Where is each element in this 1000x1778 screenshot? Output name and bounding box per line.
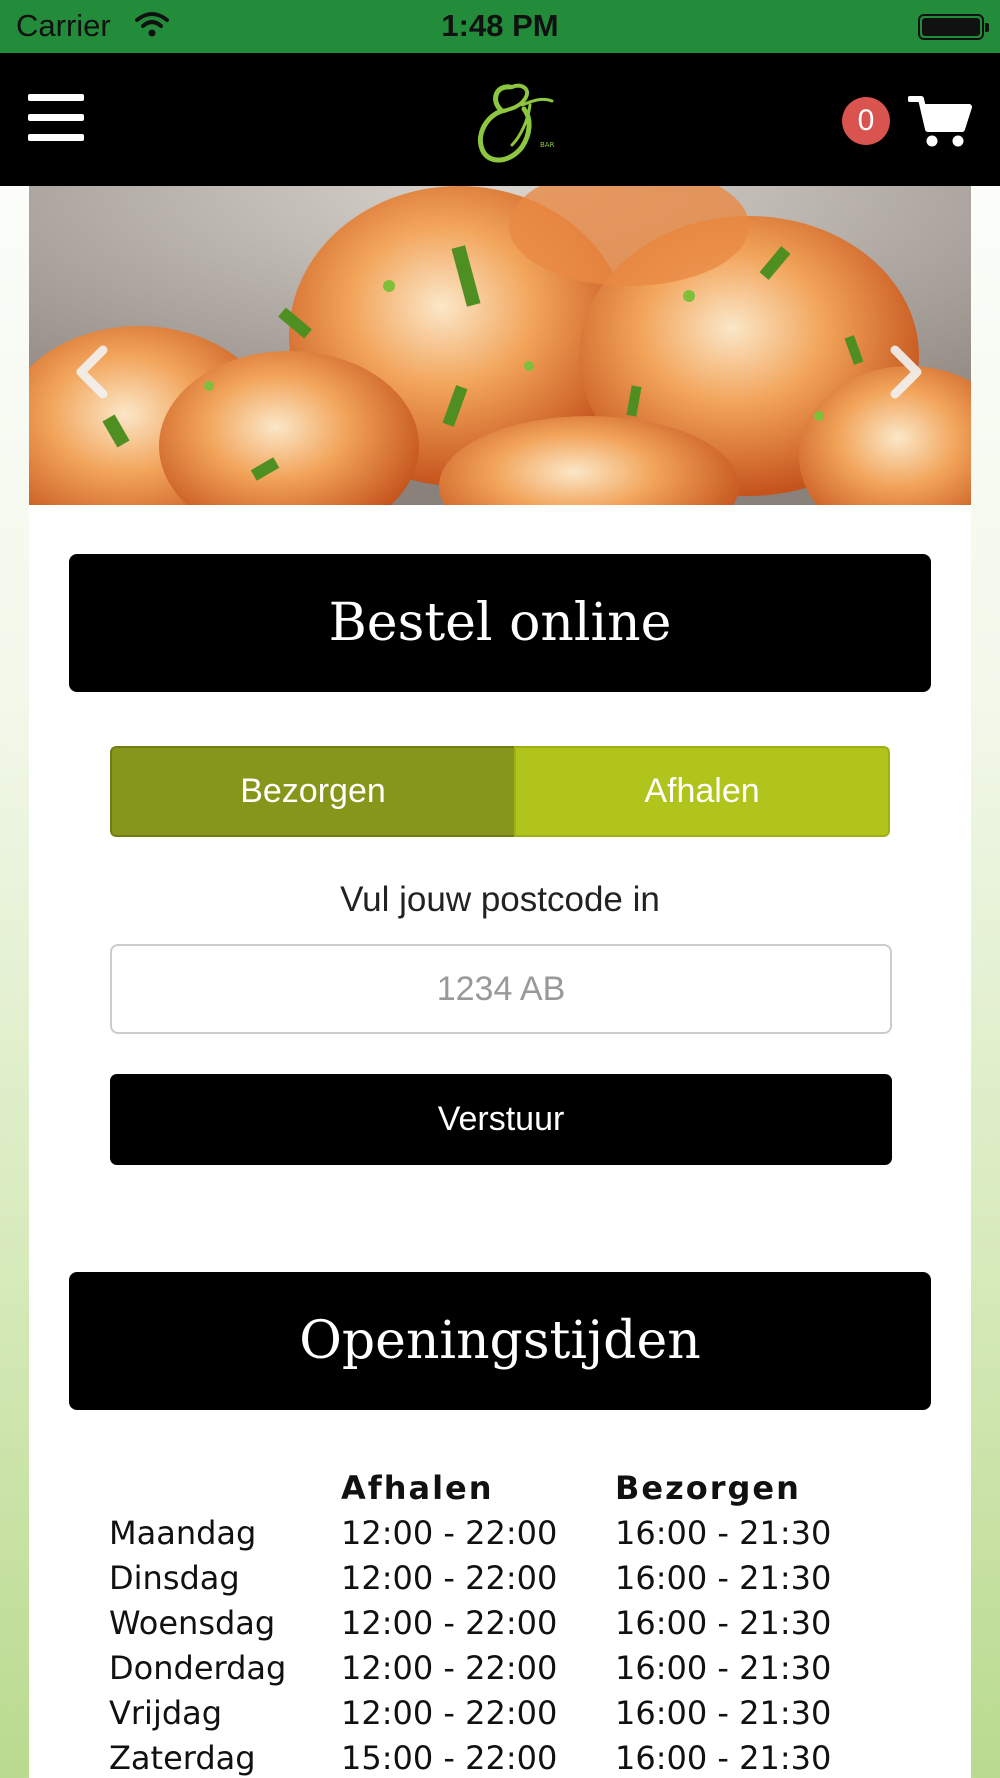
delivery-method-toggle: Bezorgen Afhalen	[110, 746, 890, 837]
hours-pickup: 12:00 - 22:00	[341, 1694, 558, 1732]
hero-carousel[interactable]	[29, 186, 971, 505]
hours-row: Woensdag 12:00 - 22:00 16:00 - 21:30	[109, 1601, 869, 1646]
carousel-next-icon[interactable]	[881, 344, 929, 400]
hours-delivery: 16:00 - 21:30	[615, 1604, 832, 1642]
restaurant-logo[interactable]: BAR	[460, 75, 570, 185]
hours-row: Vrijdag 12:00 - 22:00 16:00 - 21:30	[109, 1691, 869, 1736]
postcode-label: Vul jouw postcode in	[340, 880, 660, 919]
status-time: 1:48 PM	[441, 8, 559, 43]
hours-row: Dinsdag 12:00 - 22:00 16:00 - 21:30	[109, 1556, 869, 1601]
top-navbar: BAR 0	[0, 53, 1000, 186]
hamburger-menu-icon[interactable]	[28, 94, 84, 142]
hours-header-row: Afhalen Bezorgen	[109, 1466, 869, 1511]
hours-delivery: 16:00 - 21:30	[615, 1694, 832, 1732]
status-bar: Carrier 1:48 PM	[0, 0, 1000, 53]
hours-day: Maandag	[109, 1514, 257, 1552]
hours-day: Donderdag	[109, 1649, 287, 1687]
carousel-photo	[29, 186, 971, 505]
hours-pickup: 15:00 - 22:00	[341, 1739, 558, 1777]
hours-pickup: 12:00 - 22:00	[341, 1559, 558, 1597]
hours-day: Dinsdag	[109, 1559, 240, 1597]
cart-count-badge[interactable]: 0	[842, 97, 890, 145]
hours-pickup: 12:00 - 22:00	[341, 1649, 558, 1687]
content-card: Bestel online Bezorgen Afhalen Vul jouw …	[29, 186, 971, 1778]
hours-header-delivery: Bezorgen	[615, 1469, 801, 1507]
hours-delivery: 16:00 - 21:30	[615, 1559, 832, 1597]
order-online-header: Bestel online	[69, 554, 931, 692]
opening-hours-header: Openingstijden	[69, 1272, 931, 1410]
hours-day: Woensdag	[109, 1604, 276, 1642]
hours-delivery: 16:00 - 21:30	[615, 1739, 832, 1777]
opening-hours-table: Afhalen Bezorgen Maandag 12:00 - 22:00 1…	[109, 1466, 869, 1778]
hours-day: Zaterdag	[109, 1739, 256, 1777]
carousel-prev-icon[interactable]	[69, 344, 117, 400]
tab-delivery[interactable]: Bezorgen	[110, 746, 514, 837]
hours-header-pickup: Afhalen	[341, 1469, 494, 1507]
svg-text:BAR: BAR	[540, 141, 555, 149]
tab-pickup[interactable]: Afhalen	[514, 746, 890, 837]
hours-pickup: 12:00 - 22:00	[341, 1514, 558, 1552]
hours-row: Zaterdag 15:00 - 22:00 16:00 - 21:30	[109, 1736, 869, 1778]
shopping-cart-icon[interactable]	[908, 93, 972, 149]
postcode-input[interactable]	[110, 944, 892, 1034]
hours-delivery: 16:00 - 21:30	[615, 1649, 832, 1687]
hours-row: Maandag 12:00 - 22:00 16:00 - 21:30	[109, 1511, 869, 1556]
submit-button[interactable]: Verstuur	[110, 1074, 892, 1165]
hours-row: Donderdag 12:00 - 22:00 16:00 - 21:30	[109, 1646, 869, 1691]
hours-pickup: 12:00 - 22:00	[341, 1604, 558, 1642]
battery-icon	[918, 14, 989, 40]
hours-day: Vrijdag	[109, 1694, 223, 1732]
hours-delivery: 16:00 - 21:30	[615, 1514, 832, 1552]
